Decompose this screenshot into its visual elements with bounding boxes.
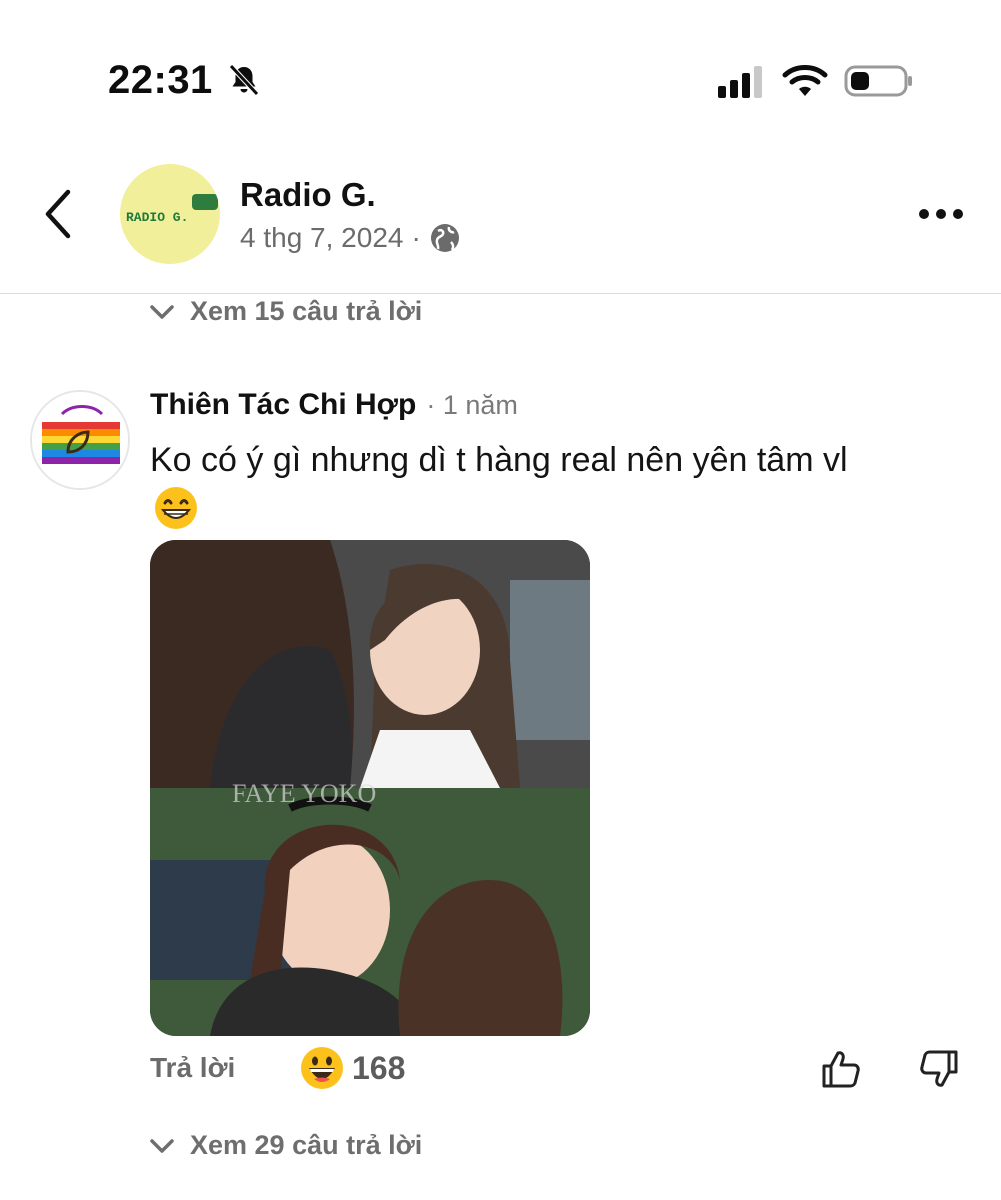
comment-text: Ko có ý gì nhưng dì t hàng real nên yên … (150, 441, 848, 479)
chevron-down-icon (150, 304, 174, 319)
view-replies-label: Xem 15 câu trả lời (190, 296, 423, 326)
reaction-count: 168 (352, 1049, 406, 1086)
bell-slash-icon (229, 64, 259, 96)
post-date: 4 thg 7, 2024 (240, 222, 404, 253)
view-replies-label: Xem 29 câu trả lời (190, 1130, 423, 1160)
status-time: 22:31 (108, 58, 213, 102)
globe-icon (430, 224, 459, 252)
post-header: RADIO G. Radio G. 4 thg 7, 2024 · (0, 150, 1001, 294)
status-bar: 22:31 (0, 0, 1001, 130)
view-replies-button-top[interactable]: Xem 15 câu trả lời (148, 296, 422, 327)
battery-icon (844, 65, 912, 97)
commenter-name[interactable]: Thiên Tác Chi Hợp (150, 388, 416, 422)
reaction-summary[interactable]: 168 (300, 1046, 405, 1090)
back-chevron-icon[interactable] (36, 186, 80, 242)
signal-icon (718, 66, 762, 98)
more-icon[interactable] (917, 200, 965, 228)
comment-header: Thiên Tác Chi Hợp · 1 năm (150, 388, 518, 422)
laughing-face-emoji (301, 1047, 343, 1089)
thumbs-up-icon[interactable] (820, 1048, 862, 1090)
thumbs-down-icon[interactable] (918, 1048, 960, 1090)
photo-collage: FAYE YOKO (150, 540, 590, 1036)
avatar-logo-text: RADIO G. (126, 210, 189, 225)
rainbow-logo-icon (32, 392, 128, 488)
chevron-down-icon (150, 1138, 174, 1153)
wifi-icon (782, 65, 828, 96)
grinning-face-emoji (155, 487, 197, 529)
meta-separator: · (411, 222, 421, 253)
page-avatar[interactable]: RADIO G. (120, 164, 220, 264)
view-replies-button-bottom[interactable]: Xem 29 câu trả lời (148, 1130, 422, 1161)
commenter-avatar[interactable] (30, 390, 130, 490)
media-watermark: FAYE YOKO (232, 779, 376, 808)
page-name[interactable]: Radio G. (240, 176, 376, 214)
speech-bubble-icon (192, 194, 218, 210)
reply-button[interactable]: Trả lời (150, 1052, 235, 1084)
comment-image[interactable]: FAYE YOKO (150, 540, 590, 1036)
comment-time: · 1 năm (426, 390, 518, 420)
post-meta: 4 thg 7, 2024 · (240, 222, 461, 254)
